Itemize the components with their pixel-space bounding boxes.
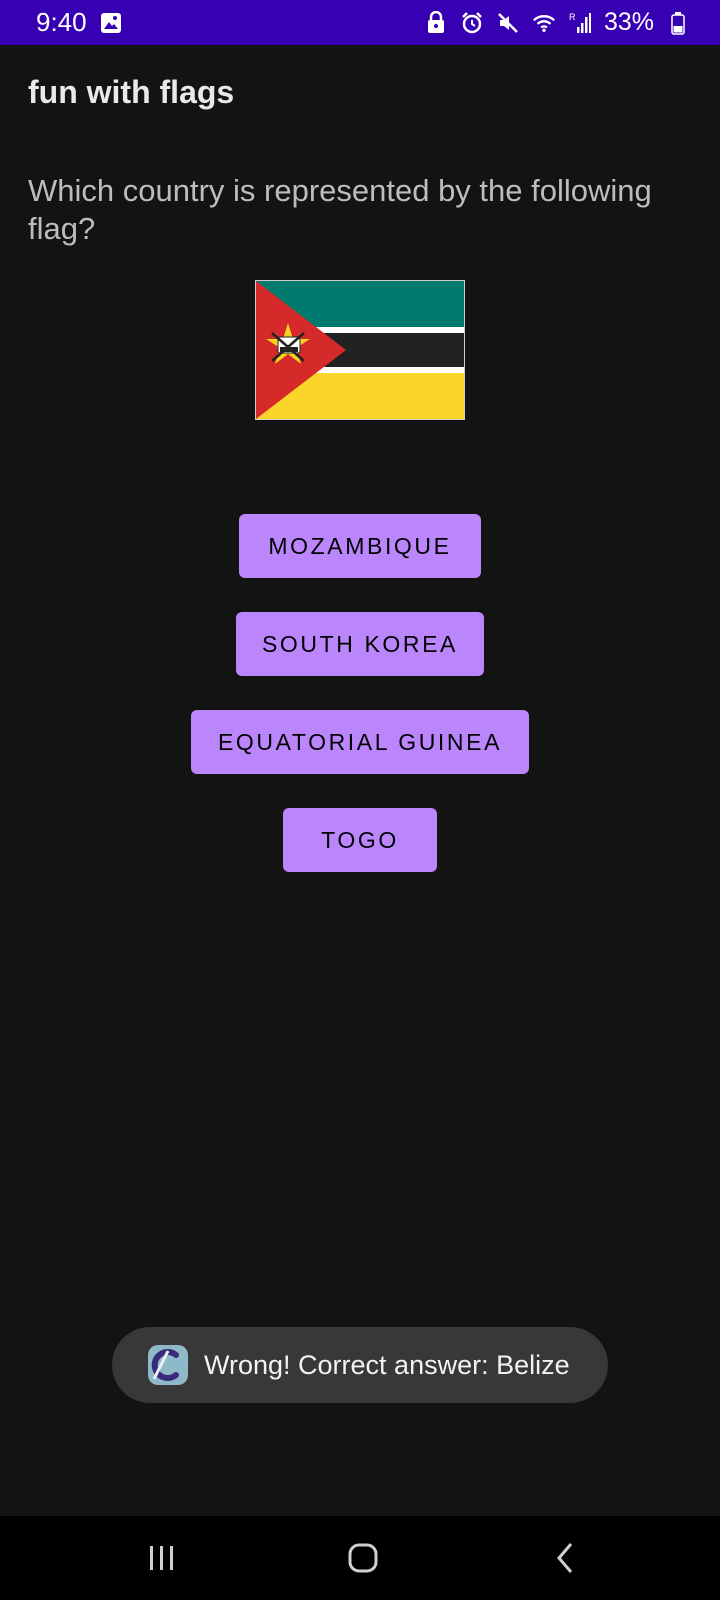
alarm-icon (460, 11, 484, 35)
navigation-bar (0, 1516, 720, 1600)
recent-apps-icon[interactable] (142, 1538, 182, 1578)
screen: 9:40 R 33% fun with flags Which country … (0, 0, 720, 1600)
status-left: 9:40 (36, 7, 123, 38)
image-icon (99, 11, 123, 35)
svg-text:R: R (569, 12, 576, 22)
status-time: 9:40 (36, 7, 87, 37)
answer-button-equatorial-guinea[interactable]: EQUATORIAL GUINEA (191, 710, 529, 774)
question-text: Which country is represented by the foll… (28, 173, 652, 246)
mozambique-flag (255, 280, 465, 420)
app-logo-icon (148, 1345, 188, 1385)
signal-icon: R (568, 11, 592, 35)
mute-icon (496, 11, 520, 35)
answer-button-togo[interactable]: TOGO (283, 808, 437, 872)
back-icon[interactable] (546, 1538, 586, 1578)
app-title: fun with flags (28, 74, 235, 110)
toast-message: Wrong! Correct answer: Belize (204, 1349, 570, 1380)
toast: Wrong! Correct answer: Belize (112, 1327, 608, 1403)
answer-button-mozambique[interactable]: MOZAMBIQUE (239, 514, 481, 578)
battery-icon (666, 11, 690, 35)
answer-button-south-korea[interactable]: SOUTH KOREA (236, 612, 484, 676)
status-bar: 9:40 R 33% (0, 0, 720, 45)
home-icon[interactable] (343, 1538, 383, 1578)
battery-percent: 33% (603, 8, 654, 36)
wifi-icon (532, 11, 556, 35)
lock-icon (424, 10, 448, 35)
status-right: R 33% (424, 8, 690, 37)
